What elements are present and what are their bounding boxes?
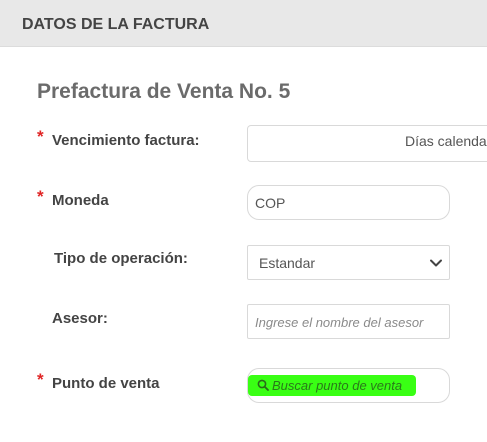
advisor-input[interactable]: Ingrese el nombre del asesor: [247, 304, 450, 339]
operation-type-label: Tipo de operación:: [54, 250, 188, 267]
section-title: DATOS DE LA FACTURA: [22, 16, 210, 33]
due-label: Vencimiento factura:: [52, 132, 200, 149]
point-of-sale-search[interactable]: Buscar punto de venta: [247, 368, 450, 403]
currency-label: Moneda: [52, 192, 109, 209]
required-marker: *: [37, 187, 44, 206]
section-header: DATOS DE LA FACTURA: [0, 0, 487, 47]
due-value: Días calenda: [405, 133, 487, 149]
required-marker: *: [37, 370, 44, 389]
currency-value: COP: [255, 195, 286, 211]
point-of-sale-placeholder: Buscar punto de venta: [272, 378, 403, 393]
chevron-down-icon: [430, 259, 442, 267]
currency-field[interactable]: COP: [247, 185, 450, 220]
page-title: Prefactura de Venta No. 5: [37, 80, 291, 103]
search-icon: [257, 379, 269, 391]
advisor-placeholder: Ingrese el nombre del asesor: [255, 315, 424, 330]
operation-type-value: Estandar: [259, 255, 316, 271]
due-field[interactable]: Días calenda: [247, 125, 487, 162]
point-of-sale-label: Punto de venta: [52, 375, 160, 392]
operation-type-select[interactable]: Estandar: [247, 245, 450, 280]
advisor-label: Asesor:: [52, 310, 108, 327]
required-marker: *: [37, 127, 44, 146]
